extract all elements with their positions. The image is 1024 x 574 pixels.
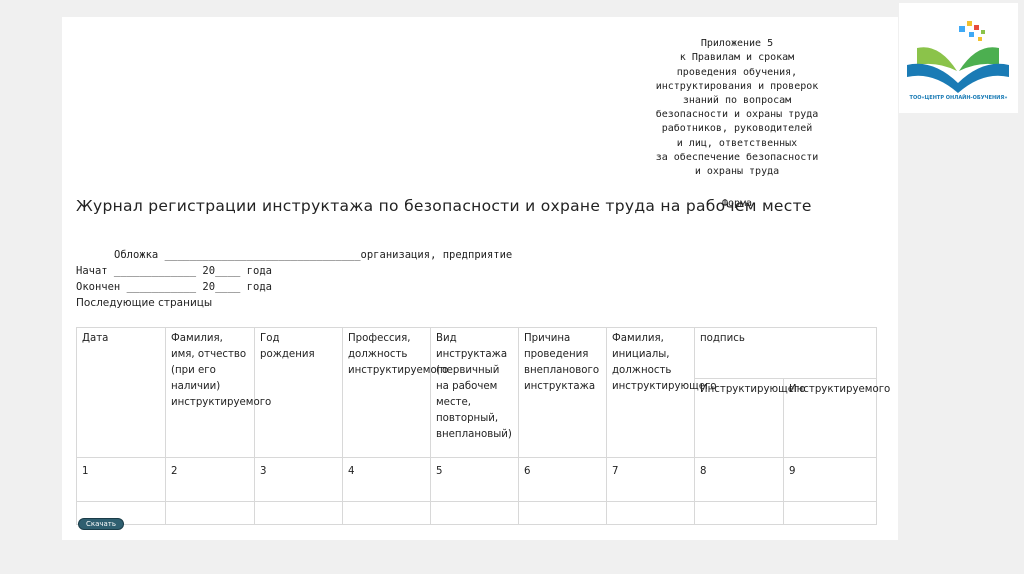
end-date-line: Окончен ___________ 20____ года <box>76 281 272 293</box>
header-date: Дата <box>76 327 166 458</box>
header-reason: Причина проведения внепланового инструкт… <box>518 327 607 458</box>
empty-cell <box>518 501 607 525</box>
column-number: 8 <box>694 457 784 502</box>
header-signature: подпись <box>693 327 878 379</box>
company-logo: ТОО«ЦЕНТР ОНЛАЙН-ОБУЧЕНИЯ» <box>899 3 1018 113</box>
header-instructor: Фамилия, инициалы, должность инструктиру… <box>606 327 717 458</box>
subheader-instructor-signature: Инструктирующего <box>694 378 806 458</box>
column-number: 1 <box>76 457 166 502</box>
empty-cell <box>694 501 784 525</box>
logo-square <box>974 25 979 30</box>
column-number: 5 <box>430 457 519 502</box>
column-number: 6 <box>518 457 607 502</box>
header-birth-year: Год рождения <box>254 327 343 458</box>
header-name: Фамилия, имя, отчество (при его наличии)… <box>165 327 271 458</box>
column-number: 4 <box>342 457 431 502</box>
column-number: 3 <box>254 457 343 502</box>
empty-cell <box>606 501 695 525</box>
logo-square <box>969 32 974 37</box>
journal-title: Журнал регистрации инструктажа по безопа… <box>76 197 812 215</box>
empty-cell <box>342 501 431 525</box>
logo-square <box>959 26 965 32</box>
header-profession: Профессия, должность инструктируемого <box>342 327 448 458</box>
logo-square <box>978 37 982 41</box>
journal-table: Дата Фамилия, имя, отчество (при его нал… <box>76 327 890 525</box>
header-briefing-type: Вид инструктажа (первичный на рабочем ме… <box>430 327 519 458</box>
empty-cell <box>430 501 519 525</box>
logo-caption: ТОО«ЦЕНТР ОНЛАЙН-ОБУЧЕНИЯ» <box>909 95 1008 101</box>
cover-line: Обложка _______________________________о… <box>114 249 513 261</box>
logo-book-icon <box>907 21 1009 93</box>
empty-cell <box>782 501 878 525</box>
logo-square <box>981 30 985 34</box>
next-pages-label: Последующие страницы <box>76 297 213 309</box>
annex-text: Приложение 5 к Правилам и срокам проведе… <box>655 38 819 178</box>
empty-cell <box>165 501 255 525</box>
logo-book <box>907 63 1009 93</box>
column-number: 7 <box>606 457 695 502</box>
document-page: Приложение 5 к Правилам и срокам проведе… <box>62 17 898 540</box>
empty-cell <box>254 501 343 525</box>
logo-square <box>967 21 972 26</box>
column-number: 9 <box>782 457 878 502</box>
subheader-trainee-signature: Инструктируемого <box>782 378 890 458</box>
download-button[interactable]: Скачать <box>78 518 124 530</box>
start-date-line: Начат _____________ 20____ года <box>76 265 272 277</box>
column-number: 2 <box>165 457 255 502</box>
